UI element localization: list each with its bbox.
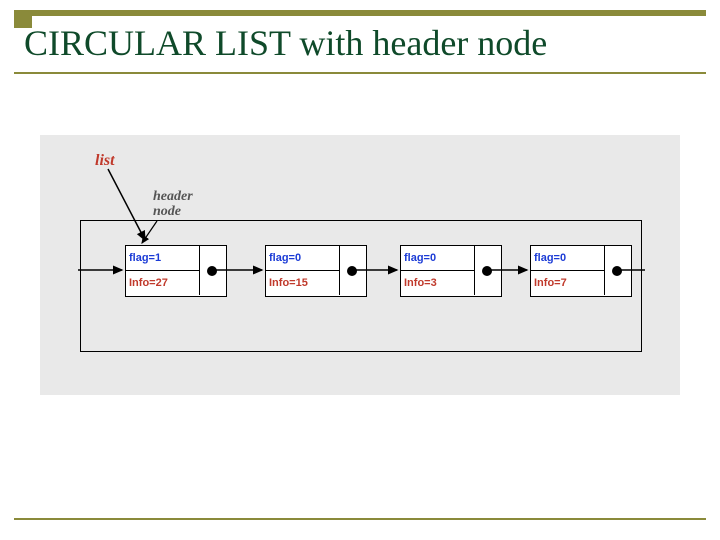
header-node-label-line2: node [153, 205, 181, 219]
node-flag: flag=1 [126, 246, 200, 271]
pointer-dot-icon [612, 266, 622, 276]
node-info: Info=7 [531, 271, 605, 295]
node-flag: flag=0 [266, 246, 340, 271]
node-pointer [472, 246, 501, 296]
pointer-dot-icon [207, 266, 217, 276]
node-flag: flag=0 [401, 246, 475, 271]
pointer-dot-icon [482, 266, 492, 276]
node-info: Info=27 [126, 271, 200, 295]
pointer-dot-icon [347, 266, 357, 276]
node-item: flag=0 Info=15 [265, 245, 367, 297]
node-flag: flag=0 [531, 246, 605, 271]
accent-bar-bottom [14, 518, 706, 520]
node-item: flag=0 Info=3 [400, 245, 502, 297]
diagram-background: list header node flag=1 Info=27 flag=0 I… [40, 135, 680, 395]
header-node-label-line1: header [153, 190, 193, 204]
node-info: Info=3 [401, 271, 475, 295]
title-underline [14, 72, 706, 74]
node-pointer [337, 246, 366, 296]
page-title: CIRCULAR LIST with header node [24, 22, 547, 64]
node-pointer [197, 246, 226, 296]
accent-bar-top [14, 10, 706, 16]
node-header: flag=1 Info=27 [125, 245, 227, 297]
node-pointer [602, 246, 631, 296]
node-item: flag=0 Info=7 [530, 245, 632, 297]
list-label: list [95, 152, 115, 170]
node-info: Info=15 [266, 271, 340, 295]
